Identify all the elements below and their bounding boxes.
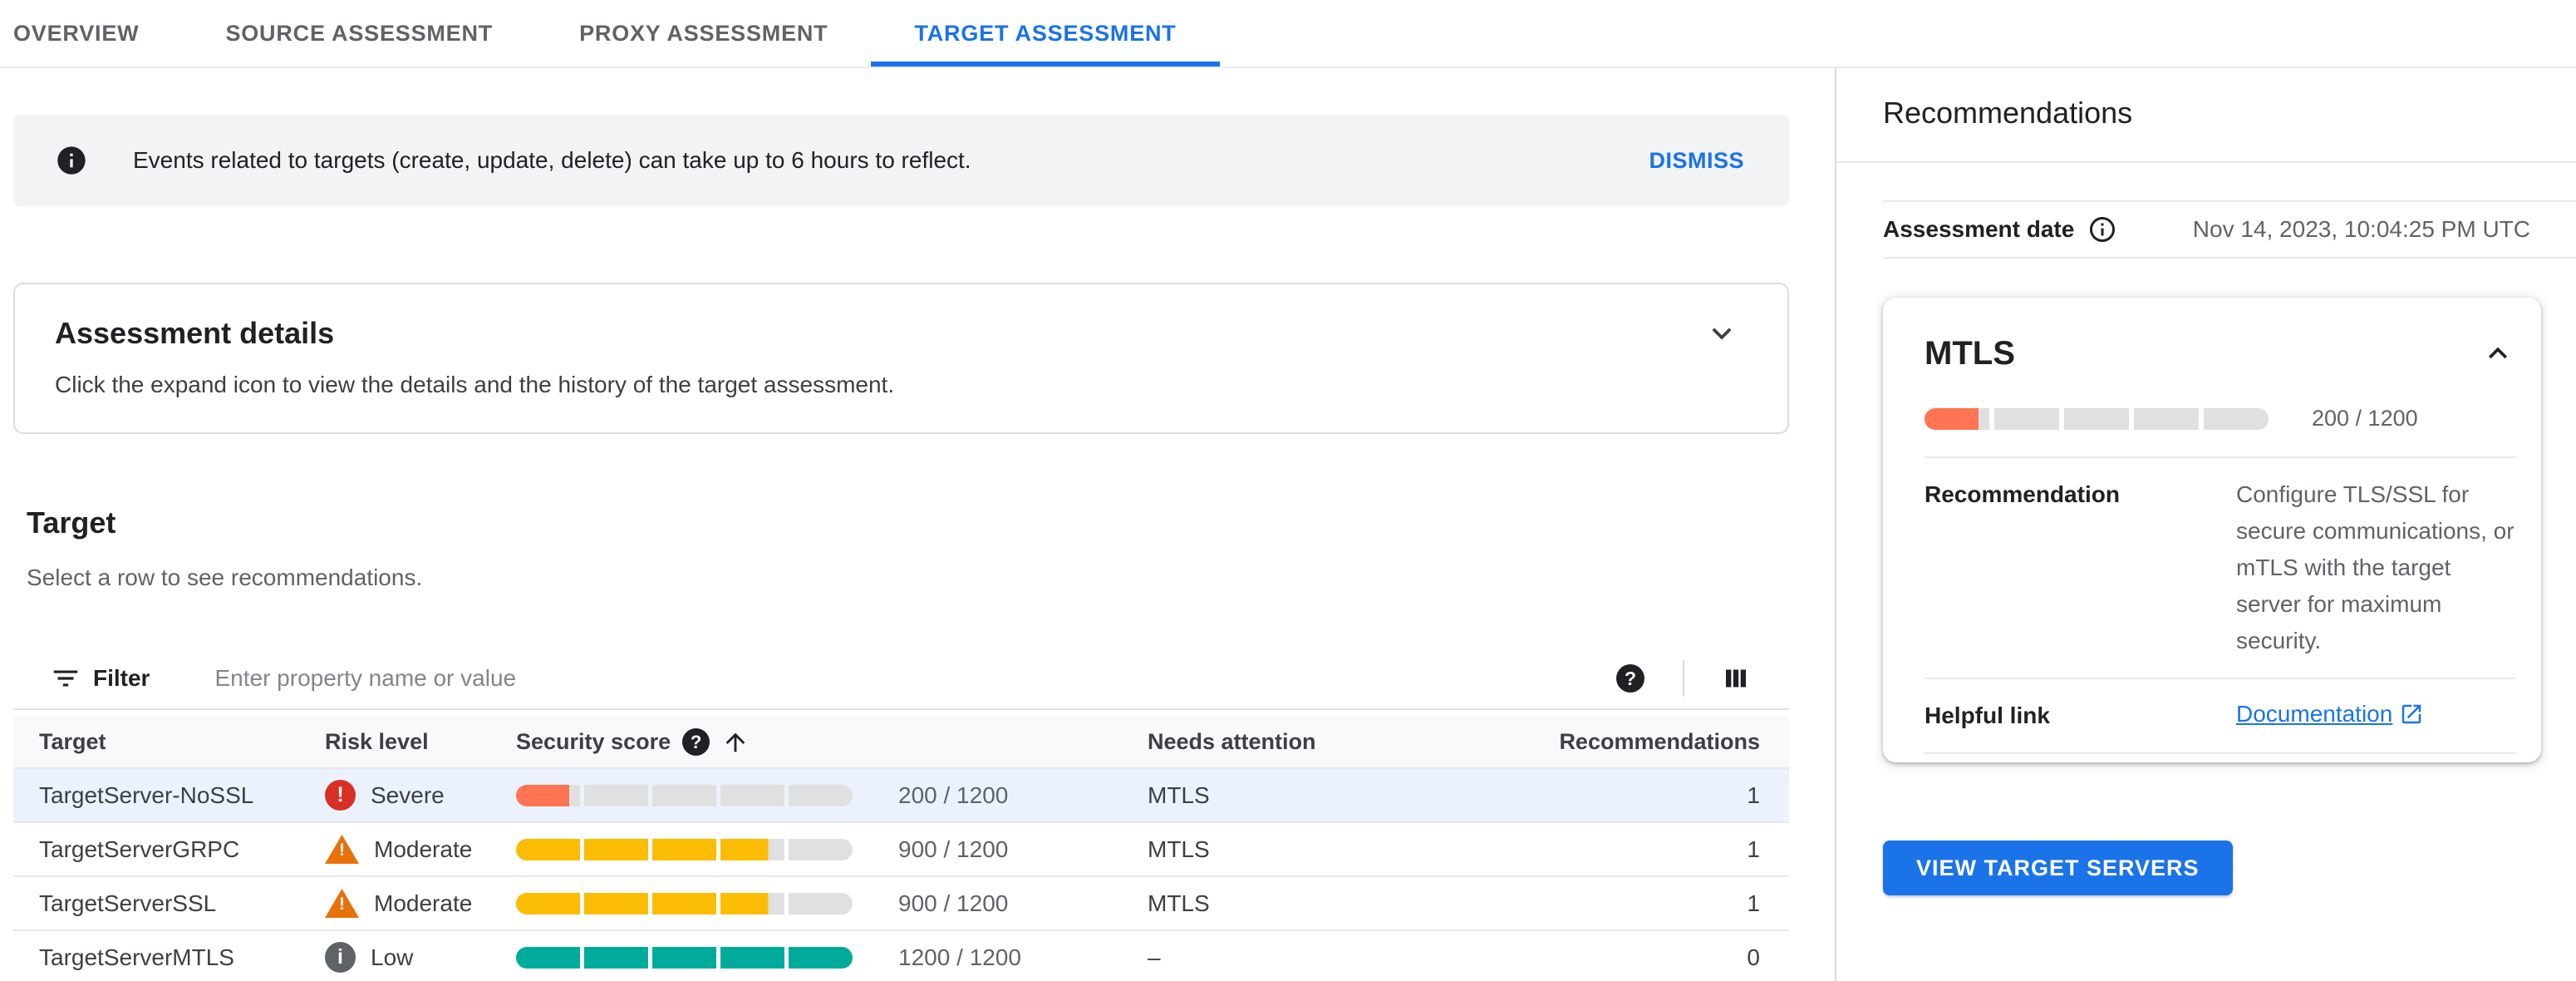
risk-icon: ! xyxy=(325,835,359,864)
security-score-label: Security score xyxy=(516,729,671,754)
recommendations-title-divider xyxy=(1836,161,2576,163)
external-link-icon xyxy=(2399,702,2424,727)
assessment-details-description: Click the expand icon to view the detail… xyxy=(55,372,895,397)
chevron-up-icon xyxy=(2480,335,2516,372)
column-header-security-score[interactable]: Security score ? xyxy=(516,728,1148,757)
security-score-bar xyxy=(516,892,853,914)
chevron-down-icon xyxy=(1703,314,1741,352)
column-header-target[interactable]: Target xyxy=(39,729,325,755)
tab-source-assessment[interactable]: SOURCE ASSESSMENT xyxy=(182,0,536,67)
recommendations-count: 1 xyxy=(1747,836,1760,862)
column-settings-button[interactable] xyxy=(1721,663,1751,693)
risk-label: Severe xyxy=(371,781,445,808)
needs-attention-value: – xyxy=(1148,944,1161,970)
column-header-recommendations[interactable]: Recommendations xyxy=(1519,729,1760,755)
security-score-help-icon[interactable]: ? xyxy=(682,728,710,756)
dismiss-button[interactable]: DISMISS xyxy=(1649,148,1744,174)
risk-label: Moderate xyxy=(374,890,473,916)
assessment-date-label: Assessment date xyxy=(1883,214,2117,244)
tab-overview[interactable]: OVERVIEW xyxy=(13,0,182,67)
view-target-servers-button[interactable]: VIEW TARGET SERVERS xyxy=(1883,841,2233,895)
documentation-link-text: Documentation xyxy=(2236,701,2393,727)
filter-divider xyxy=(13,708,1789,710)
info-banner: Events related to targets (create, updat… xyxy=(13,115,1789,206)
recommendation-text: Configure TLS/SSL for secure communicati… xyxy=(2236,481,2515,653)
needs-attention-value: MTLS xyxy=(1148,781,1210,808)
helpful-link-row: Helpful link Documentation xyxy=(1925,678,2516,754)
risk-label: Moderate xyxy=(374,836,473,862)
risk-icon: i xyxy=(325,942,356,973)
sort-ascending-icon[interactable] xyxy=(721,728,750,757)
column-header-risk-level[interactable]: Risk level xyxy=(325,729,516,755)
target-name: TargetServerMTLS xyxy=(39,944,234,970)
tab-target-assessment[interactable]: TARGET ASSESSMENT xyxy=(871,0,1219,67)
assessment-date-text: Assessment date xyxy=(1883,216,2075,242)
recommendations-count: 0 xyxy=(1747,944,1760,970)
assessment-date-value: Nov 14, 2023, 10:04:25 PM UTC xyxy=(2192,216,2530,242)
security-score-value: 900 / 1200 xyxy=(898,890,1009,916)
risk-label: Low xyxy=(371,944,414,970)
filter-label: Filter xyxy=(93,665,150,691)
assessment-tabbar: OVERVIEW SOURCE ASSESSMENT PROXY ASSESSM… xyxy=(0,0,2576,68)
filter-help-icon[interactable]: ? xyxy=(1616,664,1644,693)
target-section-subtitle: Select a row to see recommendations. xyxy=(27,564,423,590)
mtls-card-title: MTLS xyxy=(1925,335,2015,372)
recommendation-label: Recommendation xyxy=(1925,481,2120,507)
security-score-bar xyxy=(516,838,853,860)
security-score-value: 1200 / 1200 xyxy=(898,944,1021,970)
filter-input[interactable] xyxy=(214,665,1616,692)
needs-attention-value: MTLS xyxy=(1148,836,1210,862)
info-icon xyxy=(55,144,88,177)
collapse-card-button[interactable] xyxy=(2480,335,2516,372)
table-row[interactable]: TargetServerMTLS i Low 1200 / 1200 – 0 xyxy=(13,929,1789,981)
security-score-value: 200 / 1200 xyxy=(898,781,1009,808)
table-filter-bar: Filter ? xyxy=(13,648,1789,708)
mtls-recommendation-card: MTLS 200 / 1200 Recommendation Configure… xyxy=(1883,298,2541,762)
risk-icon: ! xyxy=(325,780,356,811)
target-name: TargetServerGRPC xyxy=(39,836,240,862)
target-table: Target Risk level Security score ? Needs… xyxy=(13,717,1789,981)
needs-attention-value: MTLS xyxy=(1148,890,1210,916)
target-section-title: Target xyxy=(27,505,116,540)
table-row[interactable]: TargetServer-NoSSL ! Severe 200 / 1200 M… xyxy=(13,767,1789,821)
documentation-link[interactable]: Documentation xyxy=(2236,698,2424,731)
recommendations-count: 1 xyxy=(1747,781,1760,808)
risk-icon: ! xyxy=(325,889,359,918)
security-score-value: 900 / 1200 xyxy=(898,836,1009,862)
filter-separator xyxy=(1683,660,1684,697)
recommendations-panel: Recommendations Assessment date Nov 14, … xyxy=(1836,68,2576,981)
table-header-row: Target Risk level Security score ? Needs… xyxy=(13,717,1789,767)
assessment-date-row: Assessment date Nov 14, 2023, 10:04:25 P… xyxy=(1883,200,2576,259)
target-name: TargetServerSSL xyxy=(39,890,217,916)
column-header-needs-attention[interactable]: Needs attention xyxy=(1148,729,1519,755)
assessment-details-card: Assessment details Click the expand icon… xyxy=(13,283,1789,434)
helpful-link-label: Helpful link xyxy=(1925,702,2050,728)
banner-message: Events related to targets (create, updat… xyxy=(133,147,971,173)
tab-proxy-assessment[interactable]: PROXY ASSESSMENT xyxy=(536,0,871,67)
target-name: TargetServer-NoSSL xyxy=(39,781,254,808)
table-row[interactable]: TargetServerSSL ! Moderate 900 / 1200 MT… xyxy=(13,875,1789,929)
security-score-bar xyxy=(516,946,853,969)
expand-details-button[interactable] xyxy=(1703,314,1741,352)
mtls-score-bar xyxy=(1925,407,2269,430)
target-assessment-main: Events related to targets (create, updat… xyxy=(0,68,1835,981)
recommendations-title: Recommendations xyxy=(1883,96,2133,130)
recommendation-row: Recommendation Configure TLS/SSL for sec… xyxy=(1925,456,2516,678)
security-score-bar xyxy=(516,784,853,806)
columns-icon xyxy=(1721,663,1751,693)
recommendations-count: 1 xyxy=(1747,890,1760,916)
mtls-score-value: 200 / 1200 xyxy=(2312,406,2418,431)
filter-icon xyxy=(50,663,81,694)
assessment-details-title: Assessment details xyxy=(55,316,335,350)
info-outline-icon[interactable] xyxy=(2087,214,2117,244)
table-row[interactable]: TargetServerGRPC ! Moderate 900 / 1200 M… xyxy=(13,821,1789,875)
